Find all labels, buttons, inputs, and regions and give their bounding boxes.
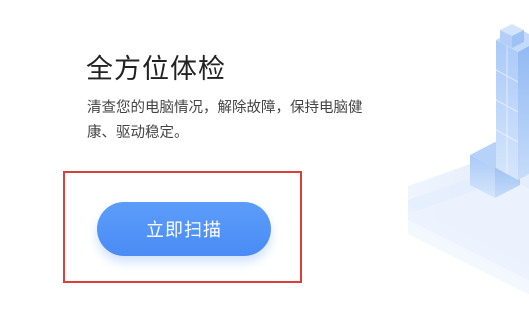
- page-title: 全方位体检: [86, 54, 226, 85]
- description-text: 清查您的电脑情况，解除故障，保持电脑健康、驱动稳定。: [87, 100, 363, 141]
- isometric-blocks-illustration: [400, 0, 529, 308]
- scan-now-button[interactable]: 立即扫描: [97, 202, 271, 256]
- scan-now-button-label: 立即扫描: [146, 220, 222, 241]
- system-check-panel: 全方位体检 清查您的电脑情况，解除故障，保持电脑健康、驱动稳定。 立即扫描: [0, 0, 529, 308]
